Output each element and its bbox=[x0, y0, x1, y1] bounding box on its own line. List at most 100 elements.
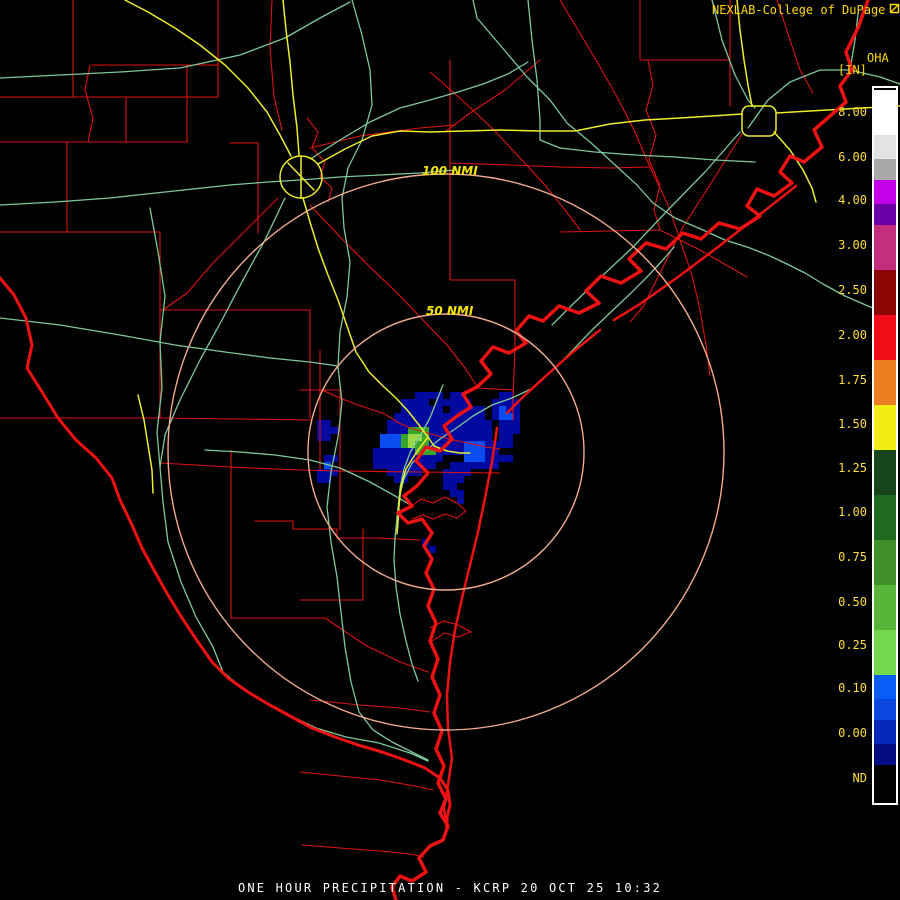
precip-cell bbox=[324, 427, 331, 434]
product-code-label: OHA bbox=[867, 51, 889, 65]
scale-label: 0.25 bbox=[838, 638, 867, 652]
scale-segment bbox=[874, 765, 896, 801]
precip-cell bbox=[422, 406, 429, 413]
precip-cell bbox=[450, 490, 457, 497]
scale-segment bbox=[874, 225, 896, 270]
precip-cell bbox=[471, 427, 478, 434]
precip-cell bbox=[401, 413, 408, 420]
county-line bbox=[444, 59, 541, 133]
precip-cell bbox=[506, 420, 513, 427]
precip-cell bbox=[436, 420, 443, 427]
scale-label: 8.00 bbox=[838, 105, 867, 119]
precip-cell bbox=[478, 427, 485, 434]
scale-segment bbox=[874, 744, 896, 765]
precip-cell bbox=[429, 420, 436, 427]
precip-cell bbox=[457, 476, 464, 483]
precip-cell bbox=[422, 399, 429, 406]
precip-cell bbox=[478, 455, 485, 462]
scale-segment bbox=[874, 315, 896, 360]
precip-cell bbox=[429, 546, 436, 553]
scale-segment bbox=[874, 204, 896, 225]
precip-cell bbox=[513, 420, 520, 427]
precip-cell bbox=[387, 462, 394, 469]
precip-cell bbox=[387, 420, 394, 427]
precip-cell bbox=[478, 420, 485, 427]
scale-label: 1.75 bbox=[838, 373, 867, 387]
precip-cell bbox=[394, 476, 401, 483]
precip-cell bbox=[415, 413, 422, 420]
precip-cell bbox=[492, 413, 499, 420]
scale-segment bbox=[874, 495, 896, 540]
scale-segment bbox=[874, 270, 896, 315]
range-ring-label-100nmi: 100 NMI bbox=[422, 164, 478, 178]
green-highway bbox=[527, 0, 756, 163]
scale-segment bbox=[874, 450, 896, 495]
precip-cell bbox=[387, 427, 394, 434]
county-line bbox=[301, 844, 425, 858]
county-line bbox=[559, 0, 711, 376]
scale-segment bbox=[874, 90, 896, 135]
precip-cell bbox=[401, 434, 408, 441]
county-line bbox=[306, 117, 333, 203]
precip-cell bbox=[471, 420, 478, 427]
precip-cell bbox=[422, 455, 429, 462]
barrier-island bbox=[505, 328, 602, 415]
scale-segment bbox=[874, 720, 896, 744]
brand-text: NEXLAB-College of DuPage bbox=[712, 3, 886, 17]
yellow-highway bbox=[317, 113, 743, 165]
precip-cell bbox=[450, 476, 457, 483]
precip-cell bbox=[499, 434, 506, 441]
precip-cell bbox=[450, 406, 457, 413]
county-line bbox=[477, 387, 514, 391]
scale-label: 3.00 bbox=[838, 238, 867, 252]
precip-cell bbox=[408, 420, 415, 427]
scale-label: 1.25 bbox=[838, 461, 867, 475]
precip-cell bbox=[443, 483, 450, 490]
precip-cell bbox=[471, 434, 478, 441]
precip-cell bbox=[394, 448, 401, 455]
radar-screen: NEXLAB-College of DuPage OHA [IN] 100 NM… bbox=[0, 0, 900, 900]
precip-cell bbox=[324, 469, 331, 476]
precip-cell bbox=[506, 427, 513, 434]
scale-segment bbox=[874, 360, 896, 405]
precip-cell bbox=[464, 427, 471, 434]
scale-label: 0.00 bbox=[838, 726, 867, 740]
county-line bbox=[84, 64, 94, 143]
scale-label: 0.50 bbox=[838, 595, 867, 609]
precip-cell bbox=[464, 462, 471, 469]
scale-label: 1.00 bbox=[838, 505, 867, 519]
precip-cell bbox=[513, 427, 520, 434]
precip-cell bbox=[457, 448, 464, 455]
green-highway bbox=[472, 0, 896, 318]
precip-cell bbox=[394, 462, 401, 469]
precip-color-scale bbox=[872, 86, 898, 805]
precip-cell bbox=[429, 462, 436, 469]
brand-title: NEXLAB-College of DuPage bbox=[712, 3, 900, 17]
precip-cell bbox=[478, 448, 485, 455]
county-line bbox=[309, 204, 479, 389]
precip-cell bbox=[394, 441, 401, 448]
precip-cell bbox=[429, 427, 436, 434]
product-caption: ONE HOUR PRECIPITATION - KCRP 20 OCT 25 … bbox=[237, 881, 663, 895]
scale-segment bbox=[874, 135, 896, 159]
precip-cell bbox=[464, 448, 471, 455]
precip-cell bbox=[408, 434, 415, 441]
precip-cell bbox=[464, 455, 471, 462]
precip-cell bbox=[464, 434, 471, 441]
scale-label: 2.00 bbox=[838, 328, 867, 342]
precip-cell bbox=[401, 448, 408, 455]
precip-cell bbox=[450, 399, 457, 406]
precip-cell bbox=[436, 406, 443, 413]
precip-cell bbox=[499, 413, 506, 420]
county-line bbox=[162, 197, 279, 311]
units-label: [IN] bbox=[838, 63, 867, 77]
county-line bbox=[629, 133, 743, 323]
precip-cell bbox=[387, 469, 394, 476]
precip-cell bbox=[415, 392, 422, 399]
scale-label: 2.50 bbox=[838, 283, 867, 297]
precip-cell bbox=[429, 392, 436, 399]
precip-cell bbox=[506, 434, 513, 441]
scale-segment bbox=[874, 405, 896, 450]
county-line bbox=[449, 162, 651, 169]
precip-cell bbox=[499, 455, 506, 462]
